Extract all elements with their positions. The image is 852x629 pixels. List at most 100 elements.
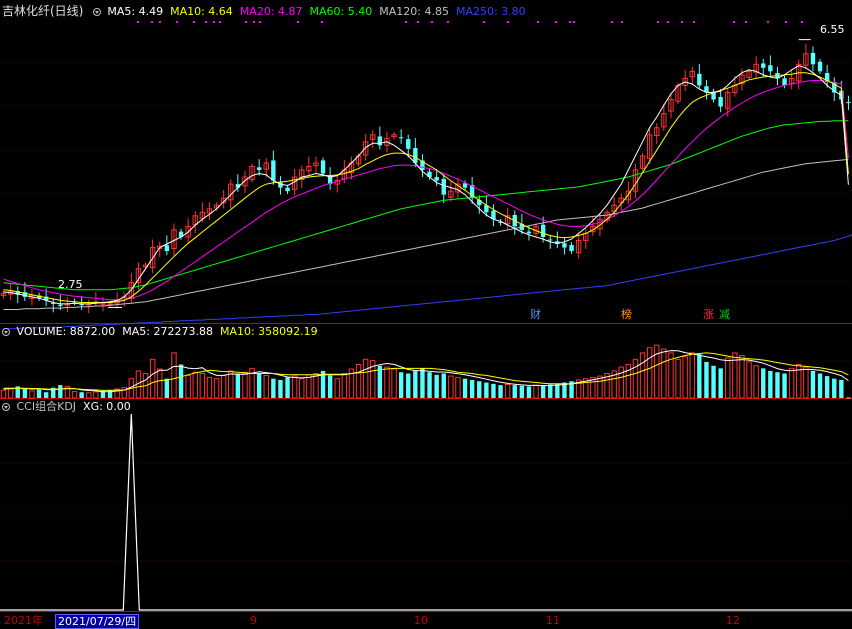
volume-bar-48: [342, 374, 346, 398]
candle-body-77: [548, 239, 552, 240]
volume-bar-68: [484, 383, 488, 398]
top-marker-15: [431, 21, 433, 23]
volume-bar-102: [726, 358, 730, 398]
volume-bar-87: [619, 367, 623, 398]
volume-bar-95: [676, 359, 680, 398]
candle-body-108: [768, 65, 772, 71]
price-header: 吉林化纤(日线) MA5: 4.49MA10: 4.64MA20: 4.87MA…: [2, 5, 533, 18]
top-marker-5: [205, 21, 207, 23]
volume-bar-6: [44, 392, 48, 398]
volume-bar-114: [811, 371, 815, 398]
top-marker-26: [667, 21, 669, 23]
candle-body-115: [818, 62, 822, 72]
volume-bar-98: [697, 354, 701, 398]
top-marker-31: [767, 21, 769, 23]
volume-bar-55: [392, 369, 396, 398]
volume-bar-5: [37, 390, 41, 398]
indicator-dropdown-icon[interactable]: [2, 403, 10, 411]
volume-bar-34: [243, 372, 247, 398]
volume-bar-111: [789, 368, 793, 398]
volume-bar-58: [413, 371, 417, 398]
volume-bar-116: [825, 376, 829, 398]
candle-body-57: [406, 139, 410, 149]
event-marker-1[interactable]: 榜: [621, 308, 632, 321]
volume-bar-13: [94, 392, 98, 398]
volume-bar-73: [520, 386, 524, 398]
volume-bar-50: [356, 364, 360, 398]
top-marker-17: [483, 21, 485, 23]
volume-bar-1: [8, 388, 12, 398]
volume-bar-25: [179, 364, 183, 398]
indicator-header: CCI组合KDJ XG: 0.00: [2, 400, 138, 413]
volume-bar-27: [193, 372, 197, 398]
top-marker-2: [159, 21, 161, 23]
volume-bar-74: [527, 386, 531, 398]
volume-bar-109: [775, 372, 779, 398]
volume-bar-0: [1, 390, 5, 398]
volume-bar-117: [832, 379, 836, 398]
ma120-line: [4, 159, 849, 309]
candle-body-79: [562, 243, 566, 247]
volume-bar-41: [292, 376, 296, 398]
volume-bar-57: [406, 374, 410, 398]
volume-dropdown-icon[interactable]: [2, 328, 10, 336]
volume-bar-37: [264, 375, 268, 398]
top-marker-14: [417, 21, 419, 23]
volume-bar-38: [271, 379, 275, 398]
volume-bar-24: [172, 353, 176, 398]
top-marker-6: [213, 21, 215, 23]
volume-bar-11: [79, 392, 83, 398]
volume-bar-33: [236, 374, 240, 398]
volume-bar-91: [647, 348, 651, 398]
indicator-label-0: CCI组合KDJ: [17, 400, 77, 413]
volume-label-2: MA10: 358092.19: [220, 325, 318, 338]
volume-bar-107: [761, 368, 765, 398]
volume-legend: VOLUME: 8872.00MA5: 272273.88MA10: 35809…: [17, 325, 325, 338]
volume-bar-84: [598, 376, 602, 398]
volume-bar-29: [207, 377, 211, 398]
top-marker-23: [611, 21, 613, 23]
ma-label-1: MA10: 4.64: [170, 5, 233, 18]
volume-bar-3: [23, 389, 27, 398]
volume-bar-62: [442, 374, 446, 398]
chart-stage[interactable]: 吉林化纤(日线) MA5: 4.49MA10: 4.64MA20: 4.87MA…: [0, 0, 852, 621]
event-marker-3[interactable]: 减: [719, 308, 730, 321]
volume-bar-105: [747, 362, 751, 398]
top-marker-24: [621, 21, 623, 23]
candle-body-38: [271, 160, 275, 180]
volume-bar-54: [385, 367, 389, 398]
top-marker-9: [253, 21, 255, 23]
volume-bar-31: [221, 375, 225, 398]
indicator-label-1: XG: 0.00: [83, 400, 131, 413]
volume-bar-60: [427, 372, 431, 398]
volume-bar-44: [314, 374, 318, 398]
candle-body-80: [569, 245, 573, 251]
top-marker-7: [219, 21, 221, 23]
volume-bar-26: [186, 375, 190, 398]
top-marker-12: [321, 21, 323, 23]
dropdown-circle-icon[interactable]: [93, 8, 101, 16]
volume-bar-53: [378, 366, 382, 398]
top-marker-22: [573, 21, 575, 23]
volume-bar-39: [278, 380, 282, 398]
volume-bar-78: [555, 384, 559, 398]
volume-bar-97: [690, 353, 694, 398]
volume-bar-70: [498, 385, 502, 398]
ma10-line: [4, 73, 849, 303]
high-price-annotation: 6.55: [820, 23, 845, 36]
ma-label-3: MA60: 5.40: [310, 5, 373, 18]
volume-bar-100: [711, 366, 715, 398]
volume-bar-12: [87, 393, 91, 398]
event-marker-2[interactable]: 涨: [703, 308, 714, 321]
top-marker-0: [137, 21, 139, 23]
volume-bar-76: [541, 386, 545, 398]
x-axis-label-1: 2021/07/29/四: [55, 614, 139, 629]
stock-name: 吉林化纤(日线): [2, 4, 83, 18]
top-marker-1: [151, 21, 153, 23]
volume-header: VOLUME: 8872.00MA5: 272273.88MA10: 35809…: [2, 325, 325, 338]
candle-body-107: [761, 63, 765, 67]
volume-bar-47: [335, 379, 339, 398]
volume-bar-56: [399, 372, 403, 398]
event-marker-0[interactable]: 财: [530, 308, 541, 321]
top-marker-32: [785, 21, 787, 23]
